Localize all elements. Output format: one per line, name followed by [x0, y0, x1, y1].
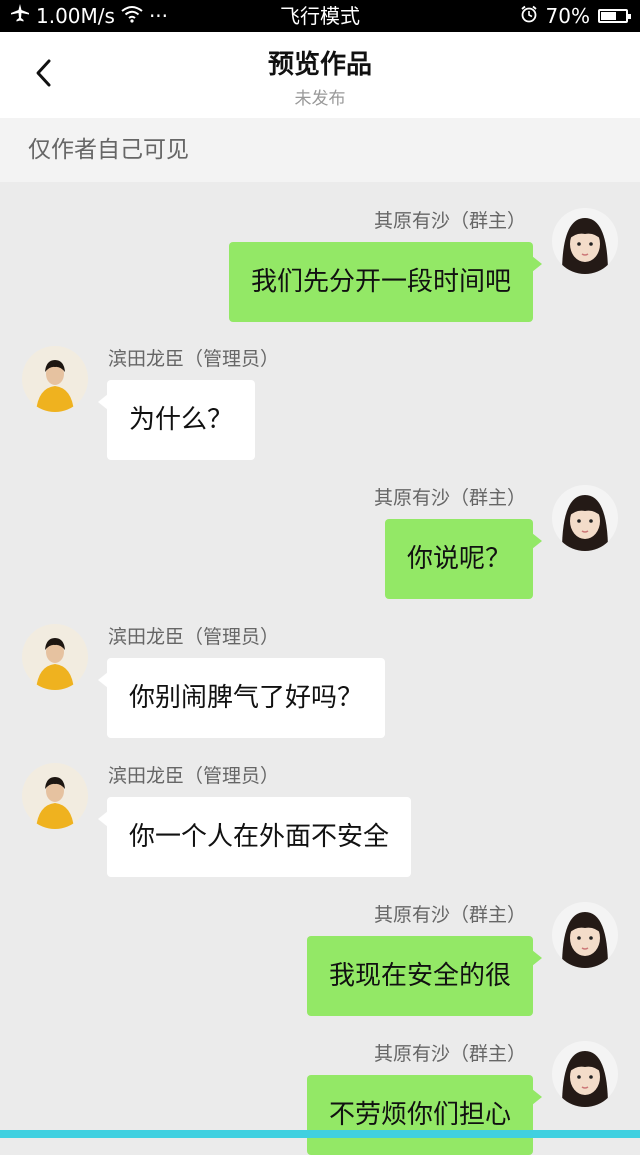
chat-area[interactable]: 其原有沙（群主） 我们先分开一段时间吧 滨田龙臣（管理员） 为什么？ 其原有沙（… [0, 182, 640, 1155]
message-bubble[interactable]: 你一个人在外面不安全 [97, 797, 412, 877]
sender-name: 滨田龙臣（管理员） [108, 626, 280, 648]
message-bubble[interactable]: 我现在安全的很 [306, 936, 543, 1016]
avatar[interactable] [22, 624, 88, 690]
visibility-notice-text: 仅作者自己可见 [28, 137, 189, 163]
message-bubble[interactable]: 你别闹脾气了好吗？ [97, 658, 386, 738]
message-bubble[interactable]: 我们先分开一段时间吧 [228, 242, 543, 322]
sender-name: 其原有沙（群主） [373, 904, 526, 926]
message-bubble[interactable]: 不劳烦你们担心 [306, 1075, 543, 1155]
avatar[interactable] [552, 1041, 618, 1107]
avatar[interactable] [22, 763, 88, 829]
bottom-accent-bar [0, 1130, 640, 1138]
alarm-icon [520, 0, 538, 32]
status-right: 70% [520, 0, 631, 32]
publish-status: 未发布 [294, 89, 346, 109]
message-bubble[interactable]: 为什么？ [97, 380, 256, 460]
battery-fill [601, 12, 616, 20]
avatar[interactable] [22, 346, 88, 412]
sender-name: 滨田龙臣（管理员） [108, 765, 280, 787]
battery-percent: 70% [545, 4, 590, 28]
sender-name: 其原有沙（群主） [373, 487, 526, 509]
page-title: 预览作品 [267, 50, 372, 80]
avatar[interactable] [552, 485, 618, 551]
sender-name: 其原有沙（群主） [373, 210, 526, 232]
visibility-notice: 仅作者自己可见 [0, 118, 640, 182]
avatar[interactable] [552, 902, 618, 968]
sender-name: 滨田龙臣（管理员） [108, 348, 280, 370]
avatar[interactable] [552, 208, 618, 274]
message-bubble[interactable]: 你说呢？ [384, 519, 543, 599]
sender-name: 其原有沙（群主） [373, 1043, 526, 1065]
battery-icon [598, 9, 631, 23]
status-bar: 1.00M/s ··· 飞行模式 70% [0, 0, 640, 32]
header: 预览作品 未发布 [0, 32, 640, 118]
